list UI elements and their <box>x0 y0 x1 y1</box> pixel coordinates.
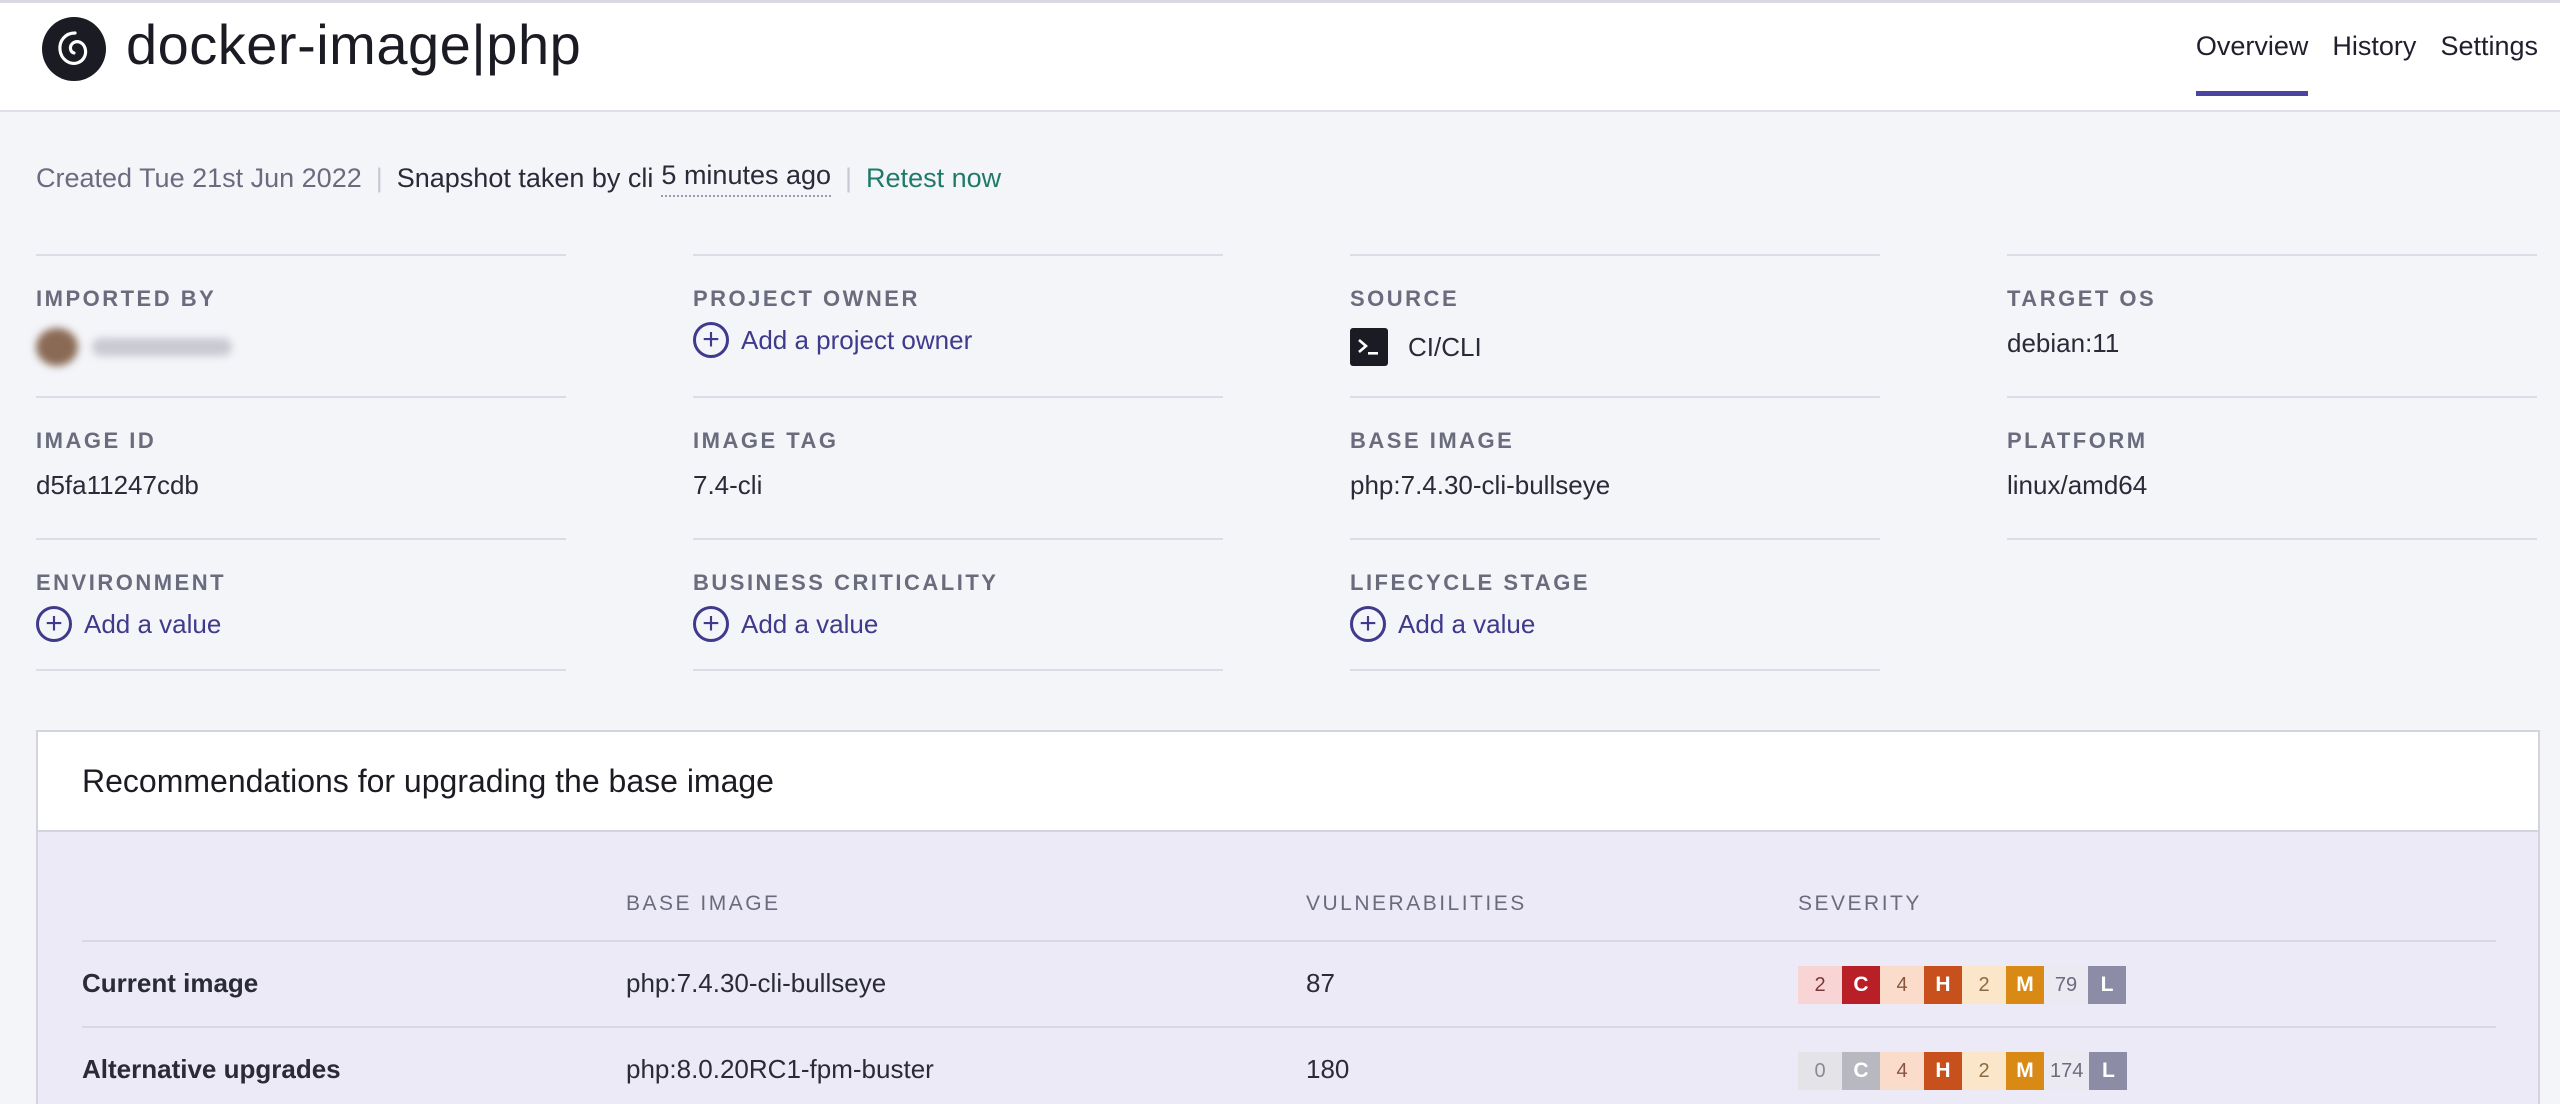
field-label: PLATFORM <box>2007 428 2148 453</box>
base-image-cell: php:7.4.30-cli-bullseye <box>626 968 887 998</box>
image-id-field: IMAGE ID d5fa11247cdb <box>36 396 566 538</box>
business-criticality-field: BUSINESS CRITICALITY + Add a value <box>693 538 1223 671</box>
high-badge: H <box>1924 1052 1962 1090</box>
recommendations-table: BASE IMAGE VULNERABILITIES SEVERITY Curr… <box>82 892 2496 1104</box>
environment-field: ENVIRONMENT + Add a value <box>36 538 566 671</box>
debian-logo-icon <box>42 17 106 81</box>
field-label: TARGET OS <box>2007 286 2157 311</box>
add-value-label: Add a value <box>1398 608 1536 639</box>
target-os-value: debian:11 <box>2007 328 2120 358</box>
platform-field: PLATFORM linux/amd64 <box>2007 396 2537 540</box>
lifecycle-stage-field: LIFECYCLE STAGE + Add a value <box>1350 538 1880 671</box>
critical-badge: C <box>1842 1052 1880 1090</box>
plus-circle-icon: + <box>1350 606 1386 642</box>
medium-badge: M <box>2006 1052 2044 1090</box>
tab-settings[interactable]: Settings <box>2440 31 2538 92</box>
divider: | <box>845 163 853 193</box>
base-image-field: BASE IMAGE php:7.4.30-cli-bullseye <box>1350 396 1880 538</box>
field-label: IMPORTED BY <box>36 286 217 311</box>
retest-now-link[interactable]: Retest now <box>866 163 1001 194</box>
add-business-criticality-button[interactable]: + Add a value <box>693 606 878 642</box>
image-tag-value: 7.4-cli <box>693 470 763 500</box>
page-header: docker-image|php Overview History Settin… <box>0 3 2560 112</box>
row-label: Current image <box>82 968 259 998</box>
snapshot-meta: Created Tue 21st Jun 2022 | Snapshot tak… <box>36 160 1001 197</box>
critical-count: 2 <box>1798 966 1842 1004</box>
base-image-value: php:7.4.30-cli-bullseye <box>1350 470 1611 500</box>
table-row-current-image: Current image php:7.4.30-cli-bullseye 87… <box>82 942 2496 1028</box>
high-badge: H <box>1924 966 1962 1004</box>
low-badge: L <box>2088 966 2126 1004</box>
severity-cell: 0 C 4 H 2 M 174 L <box>1798 1052 2128 1090</box>
source-value: CI/CLI <box>1350 328 1482 366</box>
platform-value: linux/amd64 <box>2007 470 2148 500</box>
redacted-name <box>92 338 232 356</box>
plus-circle-icon: + <box>693 606 729 642</box>
plus-circle-icon: + <box>693 322 729 358</box>
imported-by-user <box>36 328 232 366</box>
recommendations-header: Recommendations for upgrading the base i… <box>38 732 2538 832</box>
high-count: 4 <box>1880 1052 1924 1090</box>
column-base-image: BASE IMAGE <box>626 892 781 915</box>
table-row-alternative-upgrades: Alternative upgrades php:8.0.20RC1-fpm-b… <box>82 1028 2496 1104</box>
low-count: 79 <box>2044 966 2088 1004</box>
add-project-owner-label: Add a project owner <box>741 324 973 355</box>
image-id-value: d5fa11247cdb <box>36 470 199 500</box>
source-field: SOURCE CI/CLI <box>1350 254 1880 396</box>
plus-circle-icon: + <box>36 606 72 642</box>
avatar <box>36 328 78 366</box>
tab-history[interactable]: History <box>2332 31 2416 92</box>
add-value-label: Add a value <box>84 608 222 639</box>
field-label: BASE IMAGE <box>1350 428 1515 453</box>
recommendations-panel: Recommendations for upgrading the base i… <box>36 730 2540 1104</box>
low-badge: L <box>2089 1052 2128 1090</box>
created-date: Created Tue 21st Jun 2022 <box>36 163 362 193</box>
add-project-owner-button[interactable]: + Add a project owner <box>693 322 972 358</box>
critical-count: 0 <box>1798 1052 1842 1090</box>
target-os-field: TARGET OS debian:11 <box>2007 254 2537 396</box>
critical-badge: C <box>1842 966 1880 1004</box>
field-label: ENVIRONMENT <box>36 570 227 595</box>
tab-overview[interactable]: Overview <box>2195 31 2308 96</box>
medium-badge: M <box>2006 966 2044 1004</box>
field-label: BUSINESS CRITICALITY <box>693 570 999 595</box>
snapshot-time[interactable]: 5 minutes ago <box>661 160 832 197</box>
snapshot-info: Snapshot taken by cli <box>396 163 654 193</box>
add-lifecycle-stage-button[interactable]: + Add a value <box>1350 606 1535 642</box>
field-label: IMAGE ID <box>36 428 157 453</box>
column-vulnerabilities: VULNERABILITIES <box>1306 892 1527 915</box>
medium-count: 2 <box>1962 966 2006 1004</box>
divider: | <box>375 163 383 193</box>
project-owner-field: PROJECT OWNER + Add a project owner <box>693 254 1223 396</box>
source-text: CI/CLI <box>1408 331 1482 362</box>
vulnerabilities-cell: 180 <box>1306 1054 1350 1084</box>
row-label: Alternative upgrades <box>82 1054 341 1084</box>
vulnerabilities-cell: 87 <box>1306 968 1335 998</box>
image-tag-field: IMAGE TAG 7.4-cli <box>693 396 1223 538</box>
low-count: 174 <box>2044 1052 2090 1090</box>
base-image-cell: php:8.0.20RC1-fpm-buster <box>626 1054 934 1084</box>
field-label: IMAGE TAG <box>693 428 839 453</box>
column-severity: SEVERITY <box>1798 892 1922 915</box>
page-title: docker-image|php <box>126 13 582 76</box>
field-label: SOURCE <box>1350 286 1460 311</box>
medium-count: 2 <box>1962 1052 2006 1090</box>
field-label: LIFECYCLE STAGE <box>1350 570 1590 595</box>
recommendations-title: Recommendations for upgrading the base i… <box>82 762 774 799</box>
high-count: 4 <box>1880 966 1924 1004</box>
tab-bar: Overview History Settings <box>2172 31 2538 96</box>
severity-cell: 2 C 4 H 2 M 79 L <box>1798 966 2126 1004</box>
imported-by-field: IMPORTED BY <box>36 254 566 396</box>
terminal-icon <box>1350 328 1388 366</box>
add-environment-button[interactable]: + Add a value <box>36 606 221 642</box>
table-header: BASE IMAGE VULNERABILITIES SEVERITY <box>82 892 2496 942</box>
field-label: PROJECT OWNER <box>693 286 920 311</box>
add-value-label: Add a value <box>741 608 879 639</box>
